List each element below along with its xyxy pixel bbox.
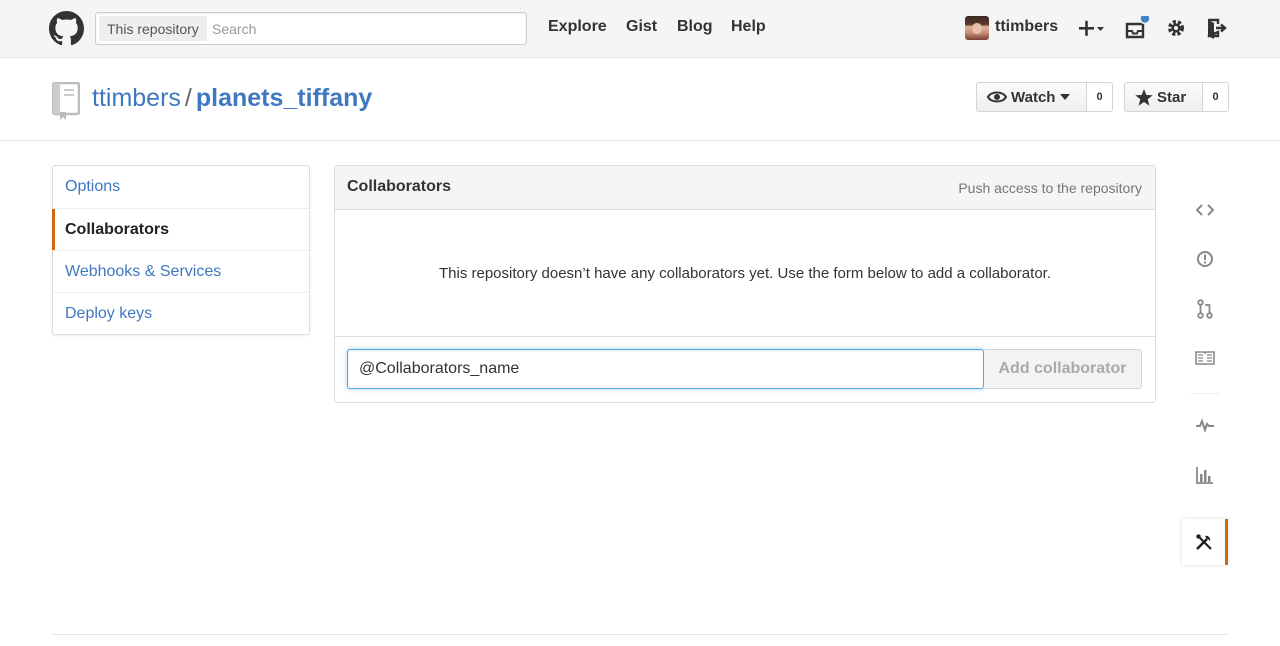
repo-title-separator: / bbox=[184, 84, 192, 112]
star-label: Star bbox=[1157, 88, 1187, 106]
rail-issues[interactable] bbox=[1182, 236, 1228, 282]
watch-group: Watch 0 bbox=[976, 82, 1113, 112]
search-input[interactable] bbox=[212, 16, 512, 41]
menu-item-collaborators[interactable]: Collaborators bbox=[52, 208, 309, 250]
pull-request-icon bbox=[1197, 299, 1213, 319]
collaborators-box: Collaborators Push access to the reposit… bbox=[334, 165, 1156, 403]
menu-item-webhooks-services[interactable]: Webhooks & Services bbox=[53, 250, 309, 292]
settings-tools-icon bbox=[1195, 534, 1212, 550]
eye-icon bbox=[987, 91, 1007, 103]
collaborators-meta: Push access to the repository bbox=[958, 180, 1142, 196]
collaborators-title: Collaborators bbox=[347, 178, 452, 195]
menu-item-deploy-keys[interactable]: Deploy keys bbox=[53, 292, 309, 334]
watch-label: Watch bbox=[1011, 88, 1056, 106]
star-count[interactable]: 0 bbox=[1203, 82, 1229, 112]
star-button[interactable]: Star bbox=[1124, 82, 1203, 112]
collaborators-header: Collaborators Push access to the reposit… bbox=[335, 166, 1155, 210]
rail-settings[interactable] bbox=[1182, 519, 1228, 565]
code-icon bbox=[1196, 204, 1214, 216]
pulse-icon bbox=[1196, 418, 1214, 432]
nav-explore[interactable]: Explore bbox=[548, 18, 607, 36]
repo-owner-link[interactable]: ttimbers bbox=[92, 84, 181, 112]
rail-wiki[interactable] bbox=[1182, 335, 1228, 381]
issues-icon bbox=[1197, 251, 1213, 267]
create-new-plus-icon[interactable] bbox=[1077, 16, 1107, 40]
add-collaborator-button[interactable]: Add collaborator bbox=[984, 349, 1142, 389]
repository-header: ttimbers / planets_tiffany Watch 0 Star 0 bbox=[0, 59, 1280, 141]
empty-message: This repository doesn’t have any collabo… bbox=[439, 264, 1051, 282]
repo-title: ttimbers / planets_tiffany bbox=[92, 84, 372, 113]
rail-pull-requests[interactable] bbox=[1182, 286, 1228, 332]
site-header: This repository Explore Gist Blog Help t… bbox=[0, 0, 1280, 58]
site-search: This repository bbox=[95, 12, 527, 45]
footer-divider bbox=[52, 634, 1228, 635]
menu-item-options[interactable]: Options bbox=[53, 166, 309, 208]
github-logo-icon[interactable] bbox=[49, 11, 84, 46]
settings-menu: Options Collaborators Webhooks & Service… bbox=[52, 165, 310, 335]
nav-blog[interactable]: Blog bbox=[677, 18, 713, 36]
watch-button[interactable]: Watch bbox=[976, 82, 1087, 112]
graph-icon bbox=[1196, 467, 1213, 484]
rail-code[interactable] bbox=[1182, 187, 1228, 233]
wiki-icon bbox=[1195, 351, 1215, 365]
notifications-inbox-icon[interactable] bbox=[1124, 16, 1154, 40]
watch-count[interactable]: 0 bbox=[1087, 82, 1113, 112]
avatar[interactable] bbox=[965, 16, 989, 40]
repo-nav-rail bbox=[1182, 165, 1228, 565]
settings-gear-icon[interactable] bbox=[1166, 16, 1188, 40]
add-collaborator-form: Add collaborator bbox=[335, 337, 1155, 402]
collaborators-empty-state: This repository doesn’t have any collabo… bbox=[335, 210, 1155, 337]
rail-pulse[interactable] bbox=[1182, 402, 1228, 448]
collaborator-name-input[interactable] bbox=[347, 349, 984, 389]
star-icon bbox=[1135, 88, 1153, 106]
repo-name-link[interactable]: planets_tiffany bbox=[196, 84, 372, 112]
username-link[interactable]: ttimbers bbox=[995, 18, 1058, 36]
nav-gist[interactable]: Gist bbox=[626, 18, 657, 36]
sign-out-icon[interactable] bbox=[1204, 16, 1228, 40]
nav-help[interactable]: Help bbox=[731, 18, 766, 36]
search-scope[interactable]: This repository bbox=[99, 16, 207, 41]
star-group: Star 0 bbox=[1124, 82, 1229, 112]
rail-graphs[interactable] bbox=[1182, 452, 1228, 498]
caret-down-icon bbox=[1060, 94, 1071, 100]
repo-book-icon bbox=[52, 82, 80, 120]
rail-divider bbox=[1190, 393, 1220, 394]
